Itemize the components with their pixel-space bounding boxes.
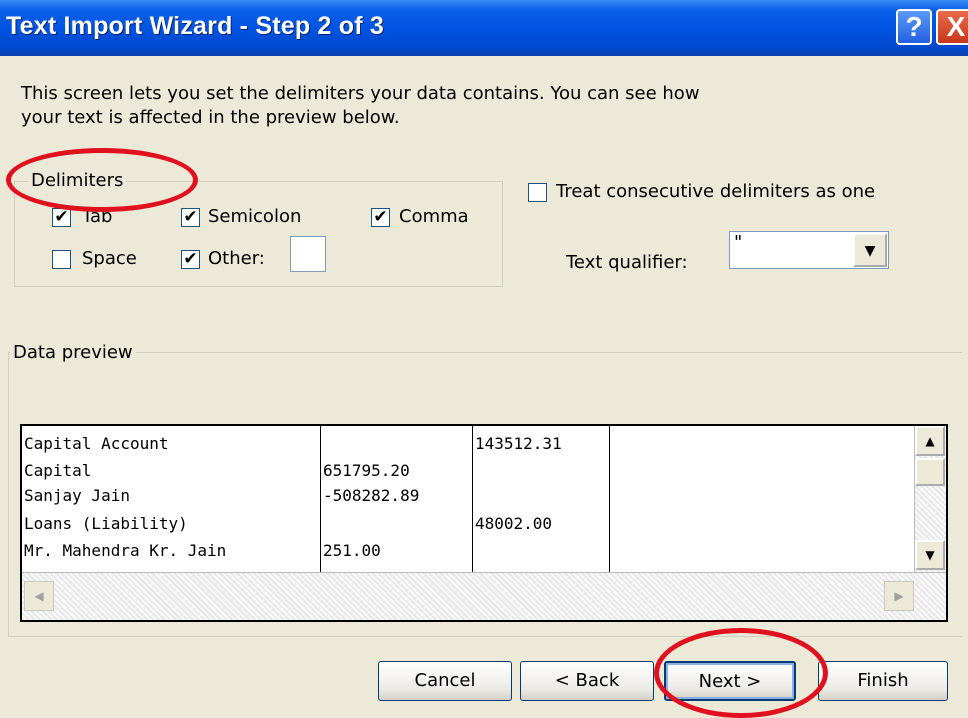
- semicolon-checkbox[interactable]: ✔: [181, 208, 200, 227]
- consecutive-delimiters-label[interactable]: Treat consecutive delimiters as one: [556, 181, 875, 203]
- cancel-button[interactable]: Cancel: [378, 661, 512, 701]
- horizontal-scrollbar[interactable]: ◀ ▶: [22, 572, 946, 620]
- preview-cell: 651795.20: [323, 461, 410, 480]
- data-preview-pane[interactable]: Capital Account 143512.31 Capital 651795…: [20, 424, 948, 622]
- comma-checkbox-label[interactable]: Comma: [399, 206, 469, 228]
- close-button[interactable]: X: [936, 9, 968, 45]
- preview-grid: Capital Account 143512.31 Capital 651795…: [22, 426, 912, 572]
- back-button[interactable]: < Back: [520, 661, 654, 701]
- preview-cell: -508282.89: [323, 486, 420, 505]
- window-title: Text Import Wizard - Step 2 of 3: [6, 12, 384, 40]
- instructions-text: This screen lets you set the delimiters …: [21, 83, 700, 128]
- checkmark-icon: ✔: [373, 207, 388, 227]
- other-delimiter-input[interactable]: [290, 236, 326, 272]
- comma-checkbox[interactable]: ✔: [371, 208, 390, 227]
- vertical-scrollbar[interactable]: ▲ ▼: [914, 426, 946, 572]
- scroll-thumb[interactable]: [915, 458, 945, 486]
- title-bar: Text Import Wizard - Step 2 of 3 ? X: [0, 0, 968, 56]
- scroll-down-icon[interactable]: ▼: [915, 540, 945, 570]
- consecutive-delimiters-checkbox[interactable]: [528, 183, 547, 202]
- checkmark-icon: ✔: [183, 207, 198, 227]
- data-preview-legend: Data preview: [10, 342, 136, 364]
- preview-cell: Capital: [24, 461, 92, 480]
- preview-cell: 251.00: [323, 541, 381, 560]
- preview-cell: Sanjay Jain: [24, 486, 130, 505]
- delimiters-group: [14, 181, 503, 287]
- help-icon: ?: [905, 11, 923, 42]
- tab-checkbox[interactable]: ✔: [52, 208, 71, 227]
- other-checkbox-label[interactable]: Other:: [208, 248, 265, 270]
- next-button[interactable]: Next >: [664, 661, 796, 701]
- help-button[interactable]: ?: [896, 9, 932, 45]
- other-checkbox[interactable]: ✔: [181, 250, 200, 269]
- text-qualifier-value: ": [734, 232, 743, 253]
- checkmark-icon: ✔: [183, 249, 198, 269]
- preview-cell: 143512.31: [475, 434, 562, 453]
- finish-button[interactable]: Finish: [818, 661, 948, 701]
- space-checkbox[interactable]: [52, 250, 71, 269]
- preview-cell: Mr. Mahendra Kr. Jain: [24, 541, 227, 560]
- delimiters-legend: Delimiters: [28, 170, 127, 192]
- preview-cell: Capital Account: [24, 434, 169, 453]
- preview-cell: 48002.00: [475, 514, 553, 533]
- space-checkbox-label[interactable]: Space: [82, 248, 137, 270]
- text-qualifier-label: Text qualifier:: [566, 252, 688, 273]
- close-icon: X: [946, 11, 966, 42]
- text-qualifier-select[interactable]: " ▼: [729, 231, 889, 269]
- preview-cell: Loans (Liability): [24, 514, 188, 533]
- scroll-right-icon[interactable]: ▶: [884, 581, 914, 611]
- dropdown-arrow-icon[interactable]: ▼: [853, 233, 887, 267]
- tab-checkbox-label[interactable]: Tab: [82, 206, 112, 228]
- checkmark-icon: ✔: [54, 207, 69, 227]
- semicolon-checkbox-label[interactable]: Semicolon: [208, 206, 301, 228]
- scroll-left-icon[interactable]: ◀: [24, 581, 54, 611]
- scroll-up-icon[interactable]: ▲: [915, 426, 945, 456]
